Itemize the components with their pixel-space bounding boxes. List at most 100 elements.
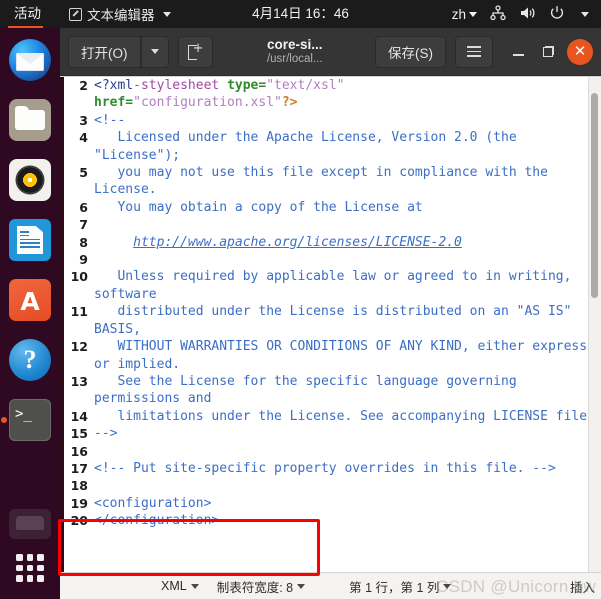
show-applications-button[interactable] [9,547,51,589]
chevron-down-icon [297,583,306,589]
code-line-text[interactable]: <configuration> [94,495,597,512]
scrollbar-thumb[interactable] [591,93,598,298]
save-button[interactable]: 保存(S) [375,35,446,68]
document-title: core-si... /usr/local... [223,37,368,66]
network-wired-icon[interactable] [490,4,506,24]
code-token: "text/xsl" [266,78,345,93]
window-controls: ✕ [503,36,593,68]
document-title-text: core-si... [266,37,323,53]
close-button[interactable]: ✕ [567,38,593,65]
status-cursor-position[interactable]: 第 1 行，第 1 列 [340,577,460,596]
text-editor-window: 打开(O) core-si... /usr/local... 保存(S) ✕ [60,28,601,599]
code-line: 4 Licensed under the Apache License, Ver… [64,129,601,164]
dock-item-thunderbird[interactable] [6,36,54,84]
volume-icon[interactable] [519,5,536,24]
code-token: <configuration> [94,495,212,511]
app-menu-button[interactable]: 文本编辑器 [69,4,171,24]
code-line: 12 WITHOUT WARRANTIES OR CONDITIONS OF A… [64,338,601,373]
app-menu-label: 文本编辑器 [87,8,155,23]
libreoffice-icon [9,219,51,261]
code-line-text[interactable]: </configuration> [94,512,597,529]
document-lines-icon [20,231,40,250]
dock-item-files[interactable] [6,96,54,144]
dock-item-help[interactable] [6,336,54,384]
code-line: 9 [64,251,601,268]
dock-item-rhythmbox[interactable] [6,156,54,204]
code-line-text[interactable]: See the License for the specific languag… [94,373,597,408]
chevron-down-icon [443,583,452,589]
status-insert-mode[interactable]: 插入 [561,577,601,596]
thunderbird-icon [9,39,51,81]
open-dropdown-button[interactable] [140,35,169,68]
code-line-text[interactable]: <!-- Put site-specific property override… [94,460,597,477]
line-number: 14 [70,408,88,424]
code-token: you may not use this file except in comp… [94,165,556,198]
dock-item-terminal[interactable] [1,396,54,444]
files-icon [9,99,51,141]
grid-dot [37,564,44,572]
new-tab-button[interactable] [177,35,213,68]
code-line: 20 </configuration> [64,512,601,529]
line-number: 19 [70,495,88,511]
trash-icon[interactable] [9,509,51,539]
code-line: 15 --> [64,425,601,442]
activities-button[interactable]: 活动 [0,0,51,28]
code-line: 6 You may obtain a copy of the License a… [64,199,601,216]
code-token: -stylesheet [133,78,228,93]
code-token: Unless required by applicable law or agr… [94,269,580,302]
code-line: 10 Unless required by applicable law or … [64,268,601,303]
dock-item-libreoffice[interactable] [6,216,54,264]
grid-dot [26,564,34,572]
power-icon[interactable] [549,5,565,24]
input-language-label: zh [451,6,466,22]
code-view[interactable]: 2 <?xml-stylesheet type="text/xsl" href="… [64,77,601,572]
minimize-button[interactable] [503,36,533,68]
hamburger-icon [467,46,481,57]
code-line-text[interactable]: limitations under the License. See accom… [94,408,597,425]
code-line-text[interactable]: <!-- [94,112,597,129]
status-tab-width[interactable]: 制表符宽度: 8 [208,577,314,596]
input-language-indicator[interactable]: zh [452,7,477,22]
code-line-text[interactable]: You may obtain a copy of the License at [94,199,597,216]
chevron-down-icon [150,49,159,54]
code-token: See the License for the specific languag… [94,373,525,407]
document-path-text: /usr/local... [266,52,323,65]
dock-bottom-group [0,509,60,599]
code-token: <!-- Put site-specific property override… [94,460,556,476]
code-line-text[interactable]: http://www.apache.org/licenses/LICENSE-2… [94,234,597,251]
line-number: 18 [70,478,88,494]
system-tray: zh [452,4,601,24]
code-token: --> [94,426,118,442]
code-line-text[interactable]: WITHOUT WARRANTIES OR CONDITIONS OF ANY … [94,338,597,373]
open-button[interactable]: 打开(O) [68,35,141,68]
code-line: 14 limitations under the License. See ac… [64,408,601,425]
line-number: 11 [70,304,88,320]
chevron-down-icon[interactable] [581,11,589,17]
status-language[interactable]: XML [152,579,208,593]
code-line: 16 [64,443,601,460]
main-menu-button[interactable] [455,35,493,68]
grid-dot [16,575,23,582]
code-token: <?xml [94,78,134,93]
help-icon [9,339,51,381]
editor-scrollbar[interactable] [588,77,601,572]
window-titlebar: 打开(O) core-si... /usr/local... 保存(S) ✕ [60,28,601,76]
grid-dot [16,554,23,561]
line-number: 8 [79,234,88,250]
code-line-text[interactable]: distributed under the License is distrib… [94,303,597,338]
status-language-label: XML [161,579,187,593]
new-tab-icon [187,42,203,60]
code-line-text[interactable]: Unless required by applicable law or agr… [94,268,597,303]
code-line-text[interactable]: <?xml-stylesheet type="text/xsl" href="c… [94,77,597,112]
dock-item-ubuntu-software[interactable] [6,276,54,324]
maximize-button[interactable] [533,36,563,68]
line-number: 17 [70,460,88,476]
code-token: ?> [281,95,298,111]
code-line-text[interactable]: you may not use this file except in comp… [94,164,597,199]
code-line-text[interactable]: --> [94,425,597,442]
code-line-text[interactable]: Licensed under the Apache License, Versi… [94,129,597,164]
grid-dot [37,575,44,582]
editor-area: 2 <?xml-stylesheet type="text/xsl" href="… [60,76,601,572]
code-token: "configuration.xsl" [133,95,282,111]
